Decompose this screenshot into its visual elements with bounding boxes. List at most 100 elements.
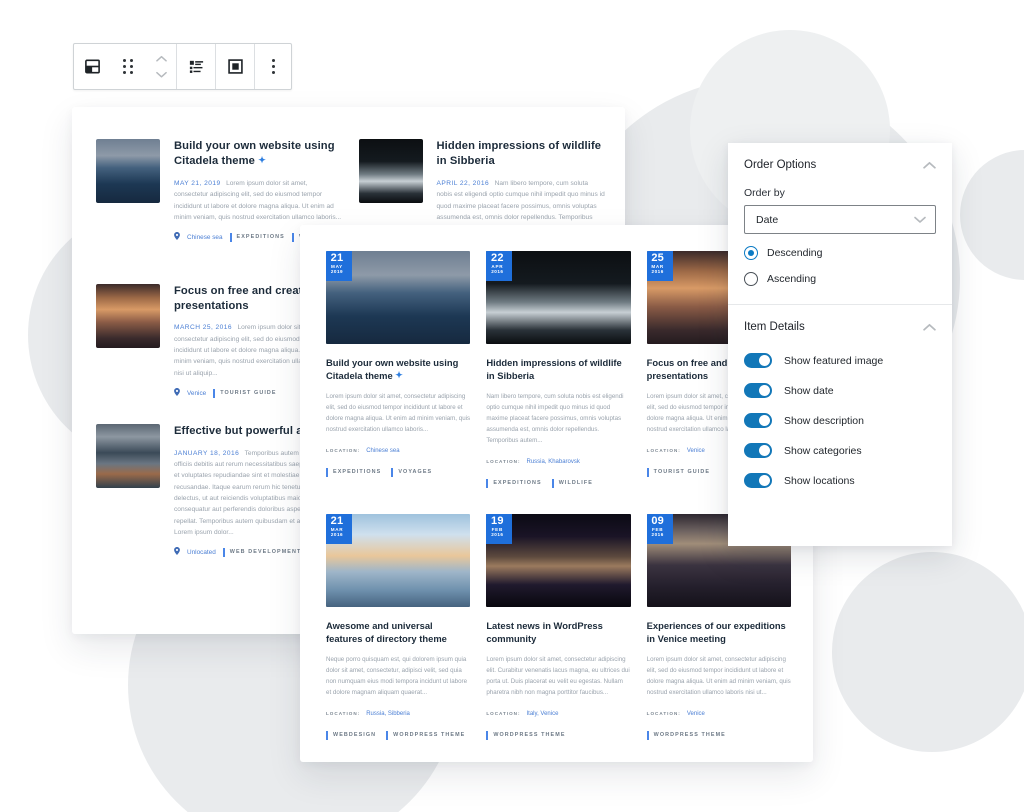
category-tag[interactable]: WILDLIFE — [551, 478, 593, 488]
toggle-switch[interactable] — [744, 473, 772, 488]
move-updown-icon[interactable] — [146, 44, 176, 89]
grid-item-title[interactable]: Hidden impressions of wildlife in Sibber… — [486, 356, 630, 383]
item-detail-toggle[interactable]: Show description — [744, 413, 936, 428]
item-detail-toggle[interactable]: Show date — [744, 383, 936, 398]
order-options-section-header[interactable]: Order Options — [728, 143, 952, 187]
grid-item-location: LOCATION: Russia, Khabarovsk — [486, 459, 630, 465]
category-bar — [222, 547, 225, 557]
grid-item-categories: WORDPRESS THEME — [646, 730, 791, 740]
category-tag[interactable]: TOURIST GUIDE — [213, 388, 276, 398]
drag-dots — [123, 59, 133, 74]
location-pin-icon — [174, 388, 180, 398]
order-direction-radio[interactable]: Descending — [744, 246, 936, 260]
chevron-up-icon-details[interactable] — [923, 323, 936, 331]
grid-item-location: LOCATION: Italy, Venice — [486, 711, 630, 717]
item-details-section-header[interactable]: Item Details — [728, 305, 952, 349]
radio-icon — [744, 272, 758, 286]
location-link[interactable]: Chinese sea — [187, 234, 223, 241]
grid-item-description: Neque porro quisquam est, qui dolorem ip… — [326, 655, 468, 696]
grid-item-description: Nam libero tempore, cum soluta nobis est… — [486, 392, 624, 444]
drag-handle-icon[interactable] — [110, 44, 146, 89]
date-day: 25 — [651, 251, 664, 264]
location-label: LOCATION: — [326, 710, 361, 716]
date-badge: 09 FEB 2016 — [646, 513, 673, 544]
location-link[interactable]: Venice — [687, 448, 705, 454]
toggle-switch[interactable] — [744, 383, 772, 398]
item-detail-toggle[interactable]: Show featured image — [744, 353, 936, 368]
grid-item-media[interactable]: 21 MAY 2019 — [326, 251, 471, 344]
toggle-switch[interactable] — [744, 443, 772, 458]
list-item-title[interactable]: Build your own website using Citadela th… — [174, 139, 343, 170]
category-tag[interactable]: EXPEDITIONS — [229, 232, 285, 242]
category-label: TOURIST GUIDE — [653, 469, 711, 476]
grid-item[interactable]: 21 MAR 2016 Awesome and universal featur… — [326, 513, 471, 740]
grid-item[interactable]: 21 MAY 2019 Build your own website using… — [326, 251, 471, 488]
list-item-thumbnail[interactable] — [96, 139, 160, 203]
list-item-date: APRIL 22, 2016 — [436, 179, 490, 187]
category-tag[interactable]: WEBDESIGN — [326, 730, 376, 740]
toggle-switch[interactable] — [744, 353, 772, 368]
toolbar-group-more — [255, 44, 291, 89]
date-badge: 21 MAY 2019 — [326, 251, 352, 281]
grid-item-media[interactable]: 22 APR 2016 — [486, 251, 631, 344]
chevron-up-icon-order[interactable] — [923, 161, 936, 169]
grid-item[interactable]: 09 FEB 2016 Experiences of our expeditio… — [646, 513, 791, 740]
category-bar — [326, 467, 328, 477]
block-type-icon[interactable] — [74, 44, 110, 89]
order-direction-radio[interactable]: Ascending — [744, 272, 936, 286]
location-link[interactable]: Venice — [687, 711, 705, 717]
category-tag[interactable]: WEB DEVELOPMENT — [222, 547, 302, 557]
grid-item-categories: EXPEDITIONS WILDLIFE — [486, 478, 630, 488]
grid-item-media[interactable]: 19 FEB 2016 — [486, 513, 631, 607]
item-detail-toggle[interactable]: Show locations — [744, 473, 936, 488]
location-link[interactable]: Venice — [187, 390, 206, 397]
category-label: VOYAGES — [398, 469, 433, 476]
item-detail-toggle[interactable]: Show categories — [744, 443, 936, 458]
category-bar — [213, 388, 216, 398]
grid-item-title[interactable]: Awesome and universal features of direct… — [326, 619, 470, 646]
location-pin-icon — [174, 232, 180, 242]
block-toolbar[interactable] — [73, 43, 292, 90]
list-item-thumbnail[interactable] — [96, 424, 160, 489]
location-link[interactable]: Unlocated — [187, 549, 216, 556]
grid-item-media[interactable]: 21 MAR 2016 — [326, 513, 471, 607]
list-layout-icon[interactable] — [177, 44, 215, 89]
list-item-title[interactable]: Hidden impressions of wildlife in Sibber… — [437, 139, 606, 170]
grid-item-location: LOCATION: Chinese sea — [326, 448, 470, 454]
grid-item[interactable]: 22 APR 2016 Hidden impressions of wildli… — [486, 251, 631, 488]
list-item-thumbnail[interactable] — [358, 139, 423, 203]
location-label: LOCATION: — [486, 458, 521, 464]
location-link[interactable]: Chinese sea — [366, 448, 399, 454]
category-tag[interactable]: EXPEDITIONS — [326, 467, 381, 477]
category-label: WORDPRESS THEME — [393, 732, 466, 739]
category-label: WEB DEVELOPMENT — [229, 549, 302, 556]
toggle-switch[interactable] — [744, 413, 772, 428]
location-link[interactable]: Italy, Venice — [527, 711, 559, 717]
category-tag[interactable]: VOYAGES — [391, 467, 433, 477]
date-day: 21 — [330, 251, 344, 264]
category-tag[interactable]: EXPEDITIONS — [486, 478, 541, 488]
order-direction-radio-group[interactable]: Descending Ascending — [744, 246, 936, 286]
grid-item-title[interactable]: Latest news in WordPress community — [486, 619, 630, 646]
more-options-icon[interactable] — [255, 44, 291, 89]
toggle-label: Show date — [784, 384, 834, 397]
grid-layout-icon[interactable] — [216, 44, 254, 89]
grid-item-title[interactable]: Experiences of our expeditions in Venice… — [647, 619, 791, 646]
category-bar — [229, 232, 232, 242]
order-by-select[interactable]: Date — [744, 205, 936, 234]
grid-item-categories: WEBDESIGN WORDPRESS THEME — [326, 730, 470, 740]
location-link[interactable]: Russia, Khabarovsk — [527, 459, 580, 465]
category-bar — [291, 232, 294, 242]
list-item-date: MARCH 25, 2016 — [174, 324, 232, 332]
date-badge: 19 FEB 2016 — [486, 513, 513, 544]
location-link[interactable]: Russia, Sibberia — [366, 711, 410, 717]
featured-star-icon: ✦ — [395, 370, 403, 381]
category-tag[interactable]: TOURIST GUIDE — [646, 467, 711, 477]
category-tag[interactable]: WORDPRESS THEME — [486, 730, 565, 740]
list-item-thumbnail[interactable] — [96, 283, 160, 348]
grid-item[interactable]: 19 FEB 2016 Latest news in WordPress com… — [486, 513, 631, 740]
category-tag[interactable]: WORDPRESS THEME — [646, 730, 726, 740]
category-tag[interactable]: WORDPRESS THEME — [386, 730, 466, 740]
grid-item-title[interactable]: Build your own website using Citadela th… — [326, 356, 470, 383]
item-details-toggle-list[interactable]: Show featured image Show date Show descr… — [744, 353, 936, 488]
